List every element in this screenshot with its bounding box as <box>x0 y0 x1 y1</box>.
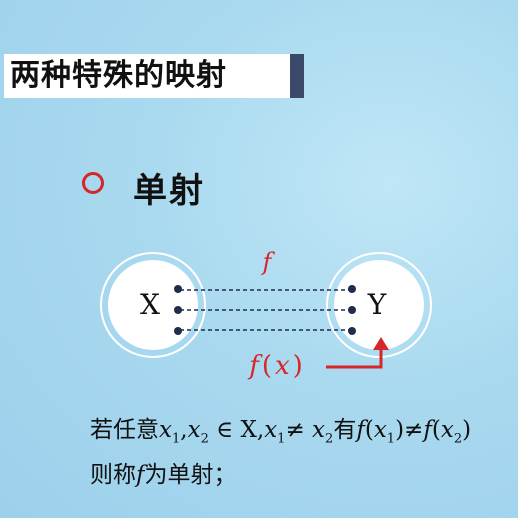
codomain-point-2 <box>348 306 356 314</box>
codomain-label: Y <box>367 288 387 321</box>
conclusion-var: f <box>136 462 145 488</box>
map-label: f <box>261 248 276 276</box>
domain-point-2 <box>174 306 182 314</box>
image-label: f(x) <box>247 351 303 381</box>
definition-prefix: 若任意 <box>90 417 159 443</box>
definition-statement: 若任意x1,x2 ∈ X,x1≠ x2有f(x1)≠f(x2) <box>90 417 472 447</box>
domain-point-1 <box>174 285 182 293</box>
conclusion-suffix: 为单射； <box>144 462 237 488</box>
conclusion-prefix: 则称 <box>90 462 136 488</box>
image-arrow-path <box>326 349 383 369</box>
definition-conclusion: 则称f为单射； <box>90 455 237 489</box>
codomain-point-3 <box>348 327 356 335</box>
codomain-point-1 <box>348 285 356 293</box>
domain-point-3 <box>174 327 182 335</box>
domain-label: X <box>140 288 160 321</box>
